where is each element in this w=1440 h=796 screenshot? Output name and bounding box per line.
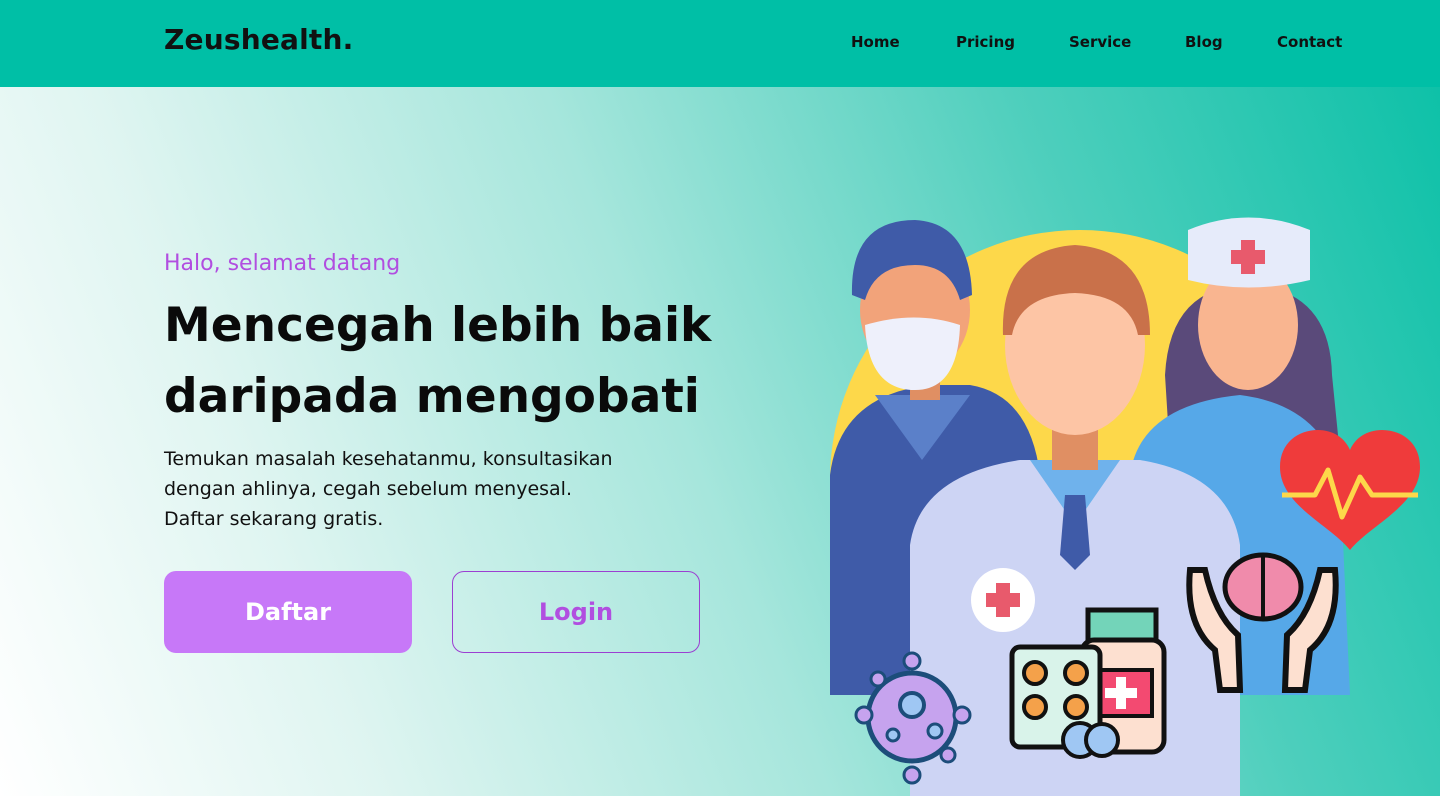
login-button[interactable]: Login [452, 571, 700, 653]
description-line-2: dengan ahlinya, cegah sebelum menyesal. [164, 478, 572, 500]
description-line-3: Daftar sekarang gratis. [164, 508, 384, 530]
nav-blog[interactable]: Blog [1185, 33, 1223, 51]
brand-logo[interactable]: Zeushealth. [164, 23, 353, 56]
headline-line-2: daripada mengobati [164, 369, 700, 424]
daftar-button[interactable]: Daftar [164, 571, 412, 653]
hero-headline: Mencegah lebih baik daripada mengobati [164, 290, 784, 432]
hero-greeting: Halo, selamat datang [164, 251, 401, 276]
description-line-1: Temukan masalah kesehatanmu, konsultasik… [164, 448, 613, 470]
headline-line-1: Mencegah lebih baik [164, 298, 712, 353]
medical-team-illustration [830, 217, 1420, 796]
hero-description: Temukan masalah kesehatanmu, konsultasik… [164, 444, 684, 534]
nav-contact[interactable]: Contact [1277, 33, 1342, 51]
nav-home[interactable]: Home [851, 33, 900, 51]
nav-pricing[interactable]: Pricing [956, 33, 1015, 51]
nav-service[interactable]: Service [1069, 33, 1131, 51]
navbar: Zeushealth. Home Pricing Service Blog Co… [0, 0, 1440, 87]
